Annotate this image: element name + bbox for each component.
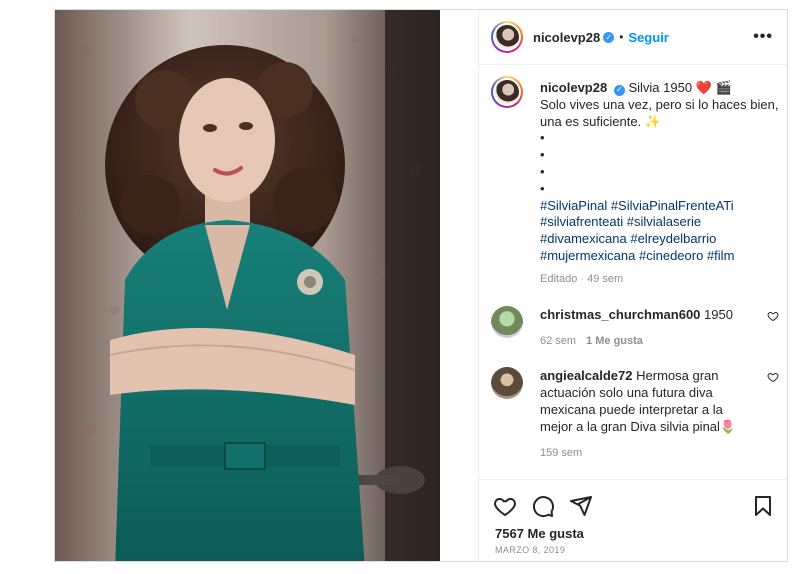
like-comment-heart-icon[interactable] — [767, 371, 779, 383]
post-card: nicolevp28 ✓ • Seguir ••• nicolevp28 ✓ S… — [54, 9, 789, 562]
comment-text: 1950 — [704, 307, 733, 322]
comment-meta: 62 sem 1 Me gusta — [540, 333, 755, 350]
caption-avatar[interactable] — [491, 76, 523, 108]
post-image[interactable] — [55, 10, 440, 561]
commenter-avatar[interactable] — [491, 306, 523, 338]
comment-time: 62 sem — [540, 335, 577, 347]
commenter-username[interactable]: christmas_churchman600 — [540, 307, 700, 322]
post-date: MARZO 8, 2019 — [495, 545, 566, 555]
post-photo-illustration — [55, 10, 440, 561]
comment-body: christmas_churchman600 1950 62 sem 1 Me g… — [540, 306, 755, 350]
commenter-username[interactable]: angiealcalde72 — [540, 368, 633, 383]
like-heart-icon[interactable] — [493, 494, 517, 518]
post-sidebar: nicolevp28 ✓ • Seguir ••• nicolevp28 ✓ S… — [478, 10, 789, 561]
post-actions: 7567 Me gusta MARZO 8, 2019 — [479, 479, 789, 561]
caption-line-2: Solo vives una vez, pero si lo haces bie… — [540, 96, 779, 129]
hashtag-link[interactable]: #mujermexicana — [540, 248, 635, 263]
share-send-icon[interactable] — [569, 494, 593, 518]
caption-meta: Editado · 49 sem — [540, 272, 624, 285]
comment-body: angiealcalde72 Hermosa gran actuación so… — [540, 367, 755, 462]
author-username[interactable]: nicolevp28 — [533, 30, 600, 45]
hashtags: #SilviaPinal #SilviaPinalFrenteATi #silv… — [540, 198, 780, 265]
caption-bullet: • — [540, 147, 545, 163]
follow-button[interactable]: Seguir — [628, 30, 668, 45]
save-bookmark-icon[interactable] — [751, 494, 775, 518]
caption-bullet: • — [540, 130, 545, 146]
commenter-avatar[interactable] — [491, 367, 523, 399]
likes-count[interactable]: 7567 Me gusta — [495, 526, 584, 541]
comment-time: 159 sem — [540, 447, 583, 459]
hashtag-link[interactable]: #cinedeoro — [639, 248, 703, 263]
comment-meta: 159 sem — [540, 445, 755, 462]
hashtag-link[interactable]: #SilviaPinal — [540, 198, 607, 213]
caption-username[interactable]: nicolevp28 — [540, 80, 607, 95]
author-avatar[interactable] — [491, 21, 523, 53]
hashtag-link[interactable]: #silviafrenteati — [540, 214, 623, 229]
caption-bullet: • — [540, 180, 545, 196]
hashtag-link[interactable]: #elreydelbarrio — [630, 231, 716, 246]
post-header: nicolevp28 ✓ • Seguir ••• — [479, 10, 789, 65]
verified-badge-icon: ✓ — [603, 31, 615, 43]
caption-text: nicolevp28 ✓ Silvia 1950 ❤️ 🎬 Solo vives… — [540, 80, 780, 288]
caption-bullet: • — [540, 163, 545, 179]
like-comment-heart-icon[interactable] — [767, 310, 779, 322]
hashtag-link[interactable]: #film — [707, 248, 734, 263]
caption-verified-icon: ✓ — [613, 84, 625, 96]
hashtag-link[interactable]: #divamexicana — [540, 231, 627, 246]
separator-dot: • — [619, 30, 624, 44]
hashtag-link[interactable]: #SilviaPinalFrenteATi — [611, 198, 734, 213]
hashtag-link[interactable]: #silvialaserie — [627, 214, 701, 229]
comment-likes[interactable]: 1 Me gusta — [586, 335, 643, 347]
comment-bubble-icon[interactable] — [531, 494, 555, 518]
caption-line-1: Silvia 1950 ❤️ 🎬 — [628, 80, 732, 95]
more-options-icon[interactable]: ••• — [753, 28, 773, 46]
